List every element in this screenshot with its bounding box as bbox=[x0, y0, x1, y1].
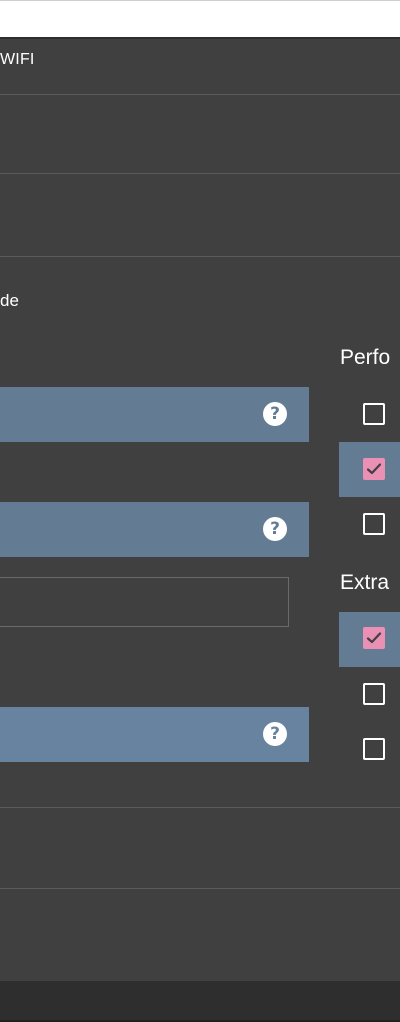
mode-label: de bbox=[0, 291, 19, 310]
setting-select-3[interactable]: ? bbox=[0, 707, 309, 762]
divider bbox=[0, 173, 400, 174]
help-icon[interactable]: ? bbox=[263, 517, 287, 541]
performance-checkbox-2[interactable] bbox=[363, 458, 385, 480]
performance-checkbox-1[interactable] bbox=[363, 403, 385, 425]
performance-section-title: Perfo bbox=[340, 346, 391, 369]
extra-checkbox-1[interactable] bbox=[363, 627, 385, 649]
extra-section-title: Extra bbox=[340, 571, 390, 594]
extra-checkbox-3[interactable] bbox=[363, 738, 385, 760]
setting-select-2[interactable]: ? bbox=[0, 502, 309, 557]
setting-select-1[interactable]: ? bbox=[0, 387, 309, 442]
top-bar bbox=[0, 0, 400, 37]
divider bbox=[0, 256, 400, 257]
divider bbox=[0, 807, 400, 808]
text-input-field[interactable] bbox=[0, 577, 289, 627]
top-bar-shadow bbox=[0, 37, 400, 39]
performance-checkbox-3[interactable] bbox=[363, 513, 385, 535]
help-icon[interactable]: ? bbox=[263, 722, 287, 746]
bottom-bar bbox=[0, 981, 400, 1022]
checkmark-icon bbox=[366, 632, 382, 644]
section-title-wifi: WIFI bbox=[0, 51, 35, 68]
extra-checkbox-2[interactable] bbox=[363, 683, 385, 705]
help-icon[interactable]: ? bbox=[263, 402, 287, 426]
divider bbox=[0, 94, 400, 95]
divider bbox=[0, 888, 400, 889]
checkmark-icon bbox=[366, 463, 382, 475]
